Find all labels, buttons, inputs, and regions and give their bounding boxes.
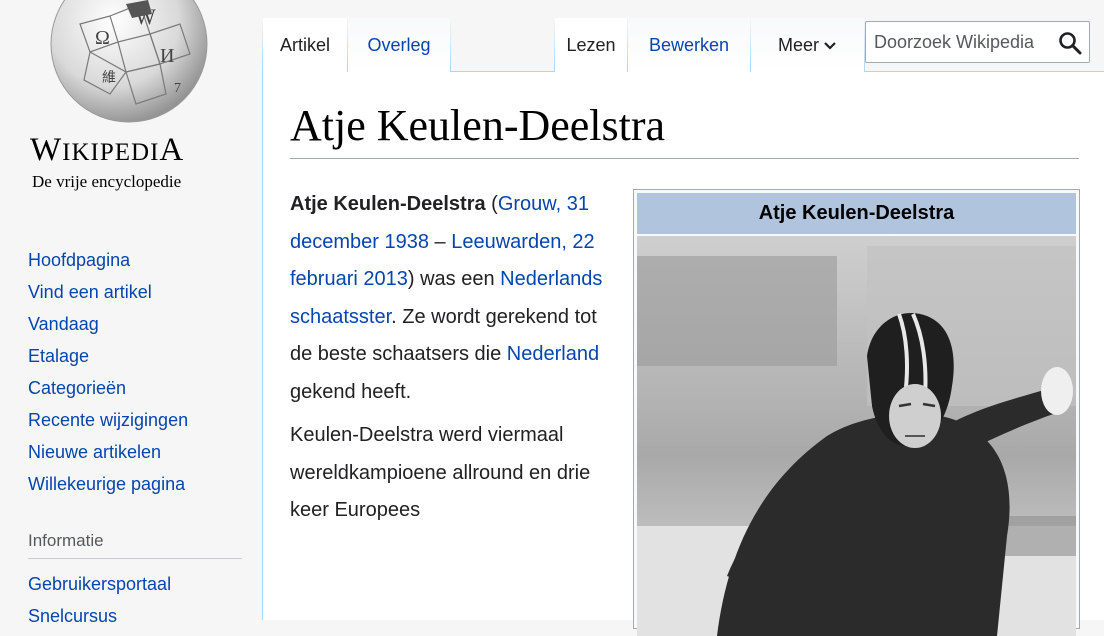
- intro-paragraph: Atje Keulen-Deelstra (Grouw, 31 december…: [290, 186, 620, 411]
- sidebar: Ω W И 維 7 WIKIPEDIA De vrije encyclopedi…: [0, 0, 262, 626]
- tab-edit[interactable]: Bewerken: [628, 18, 750, 72]
- nav-link-nieuwe-artikelen[interactable]: Nieuwe artikelen: [28, 436, 188, 468]
- nav-link-vandaag[interactable]: Vandaag: [28, 308, 188, 340]
- second-paragraph: Keulen-Deelstra werd viermaal wereldkamp…: [290, 424, 591, 521]
- svg-text:Ω: Ω: [95, 27, 110, 49]
- wikipedia-globe-logo[interactable]: Ω W И 維 7: [40, 0, 218, 124]
- tab-read[interactable]: Lezen: [555, 18, 627, 72]
- svg-text:7: 7: [174, 81, 181, 96]
- link-birthplace[interactable]: Grouw,: [498, 193, 561, 215]
- nav-link-gebruikersportaal[interactable]: Gebruikersportaal: [28, 568, 171, 600]
- nav-link-snelcursus[interactable]: Snelcursus: [28, 600, 171, 632]
- search-box: [865, 21, 1090, 63]
- svg-text:И: И: [160, 45, 174, 67]
- chevron-down-icon: [824, 42, 836, 50]
- infobox-title: Atje Keulen-Deelstra: [637, 193, 1076, 234]
- tab-article[interactable]: Artikel: [263, 18, 347, 72]
- svg-text:維: 維: [102, 70, 116, 86]
- text: (: [485, 193, 498, 215]
- nav-link-categorieen[interactable]: Categorieën: [28, 372, 188, 404]
- nav-link-hoofdpagina[interactable]: Hoofdpagina: [28, 244, 188, 276]
- article-body: Atje Keulen-Deelstra (Grouw, 31 december…: [290, 186, 620, 536]
- link-nederland[interactable]: Nederland: [507, 343, 599, 365]
- page-title: Atje Keulen-Deelstra: [290, 101, 666, 150]
- nav-link-etalage[interactable]: Etalage: [28, 340, 188, 372]
- nav-link-recente-wijzigingen[interactable]: Recente wijzigingen: [28, 404, 188, 436]
- wikipedia-wordmark: WIKIPEDIA: [30, 132, 185, 168]
- portlet-heading-informatie[interactable]: Informatie: [28, 531, 104, 551]
- tagline: De vrije encyclopedie: [32, 172, 182, 191]
- skater-photo[interactable]: [637, 236, 1076, 636]
- tab-more-dropdown[interactable]: Meer: [751, 18, 864, 72]
- search-input[interactable]: [874, 22, 1052, 62]
- search-icon[interactable]: [1057, 30, 1083, 56]
- tab-talk[interactable]: Overleg: [348, 18, 450, 72]
- portlet-divider: [28, 558, 242, 559]
- link-nederlands[interactable]: Nederlands: [500, 268, 602, 290]
- content-area: Atje Keulen-Deelstra Atje Keulen-Deelstr…: [262, 72, 1104, 636]
- infobox: Atje Keulen-Deelstra: [633, 189, 1080, 636]
- tab-more-label: Meer: [777, 35, 819, 55]
- text: ) was een: [407, 268, 501, 290]
- title-divider: [290, 158, 1079, 159]
- navigation-menu: Hoofdpagina Vind een artikel Vandaag Eta…: [28, 244, 188, 500]
- text: –: [428, 230, 452, 253]
- information-menu: Gebruikersportaal Snelcursus: [28, 568, 171, 632]
- nav-link-willekeurige-pagina[interactable]: Willekeurige pagina: [28, 468, 188, 500]
- subject-name: Atje Keulen-Deelstra: [290, 193, 486, 215]
- nav-link-vind-een-artikel[interactable]: Vind een artikel: [28, 276, 188, 308]
- text: gekend heeft.: [290, 380, 412, 403]
- link-schaatsster[interactable]: schaatsster: [290, 306, 391, 328]
- tab-separator: [450, 18, 451, 72]
